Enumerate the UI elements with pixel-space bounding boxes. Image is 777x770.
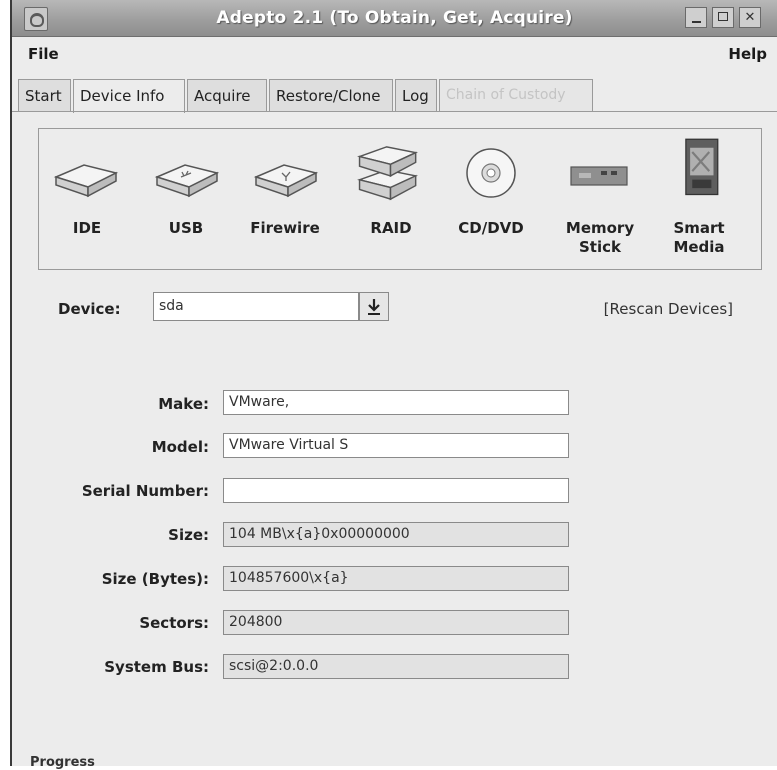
device-usb-label: USB [168,219,204,237]
tab-chain-of-custody: Chain of Custody [439,79,593,111]
device-memory-stick-label: Memory Stick [565,219,635,256]
tab-bar: Start Device Info Acquire Restore/Clone … [12,79,777,113]
serial-number-label: Serial Number: [81,482,209,500]
tab-device-info[interactable]: Device Info [73,79,185,113]
size-field: 104 MB\x{a}0x00000000 [223,522,569,547]
raid-disks-icon [357,146,419,201]
make-label: Make: [158,395,209,413]
model-field[interactable]: VMware Virtual S [223,433,569,458]
tab-start[interactable]: Start [18,79,71,111]
device-ide-label: IDE [72,219,102,237]
cd-dvd-icon [466,148,516,198]
sectors-field: 204800 [223,610,569,635]
dropdown-arrow-icon [368,299,380,315]
device-raid[interactable]: RAID [346,129,436,269]
tab-restore-clone[interactable]: Restore/Clone [269,79,393,111]
menu-bar: File Help [12,37,777,69]
model-label: Model: [151,438,209,456]
device-firewire[interactable]: Firewire [240,129,330,269]
smart-media-icon [685,138,719,196]
device-cd-dvd[interactable]: CD/DVD [446,129,536,269]
minimize-button[interactable] [685,7,707,28]
size-label: Size: [168,526,209,544]
menu-file[interactable]: File [28,45,59,63]
device-type-panel: IDE USB Firewire RAID CD/DVD Memory Stic… [38,128,762,270]
device-combo-input[interactable]: sda [153,292,359,321]
device-smart-media[interactable]: Smart Media [654,129,744,269]
device-ide[interactable]: IDE [42,129,132,269]
close-icon: ✕ [744,10,756,25]
firewire-disk-icon [253,164,319,198]
sectors-label: Sectors: [139,614,209,632]
device-cd-dvd-label: CD/DVD [458,219,524,237]
device-firewire-label: Firewire [250,219,320,237]
maximize-button[interactable] [712,7,734,28]
title-bar[interactable]: Adepto 2.1 (To Obtain, Get, Acquire) ✕ [12,0,777,37]
window-title: Adepto 2.1 (To Obtain, Get, Acquire) [216,8,573,28]
device-smart-media-label: Smart Media [673,219,725,256]
tab-acquire[interactable]: Acquire [187,79,267,111]
close-button[interactable]: ✕ [739,7,761,28]
maximize-icon [718,12,728,21]
tab-divider [12,111,777,112]
system-bus-label: System Bus: [104,658,209,676]
size-bytes-field: 104857600\x{a} [223,566,569,591]
tab-log[interactable]: Log [395,79,437,111]
usb-disk-icon [154,164,220,198]
rescan-devices-link[interactable]: [Rescan Devices] [604,300,733,318]
application-window: Adepto 2.1 (To Obtain, Get, Acquire) ✕ F… [10,0,777,770]
device-label: Device: [58,300,121,318]
system-bus-field: scsi@2:0.0.0 [223,654,569,679]
serial-number-field[interactable] [223,478,569,503]
device-memory-stick[interactable]: Memory Stick [555,129,645,269]
device-usb[interactable]: USB [141,129,231,269]
progress-label: Progress [30,755,95,770]
make-field[interactable]: VMware, [223,390,569,415]
menu-help[interactable]: Help [728,45,767,63]
hard-disk-icon [53,164,119,198]
minimize-icon [691,20,701,23]
device-dropdown-button[interactable] [359,292,389,321]
memory-stick-icon [570,166,628,186]
size-bytes-label: Size (Bytes): [101,570,209,588]
device-raid-label: RAID [370,219,412,237]
